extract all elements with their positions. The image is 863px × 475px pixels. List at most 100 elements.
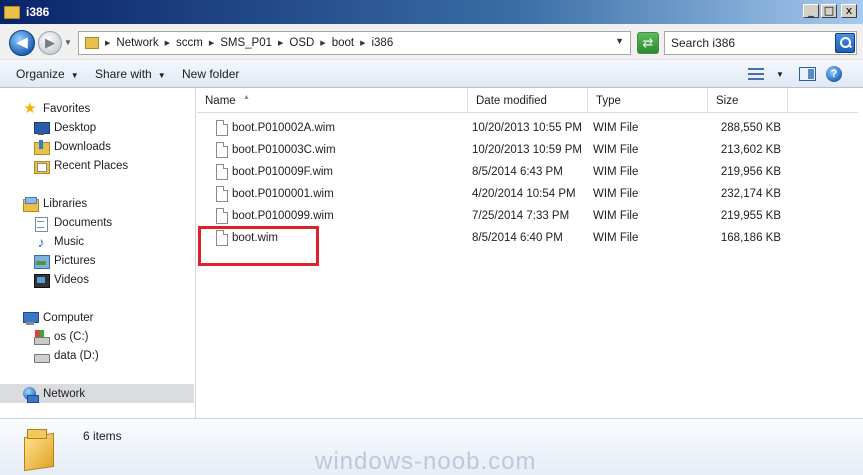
chevron-down-icon: ▼ — [70, 71, 79, 80]
views-icon[interactable] — [748, 68, 764, 80]
item-count: 6 items — [83, 429, 122, 443]
file-size: 213,602 KB — [720, 144, 781, 156]
pictures-icon — [33, 253, 50, 269]
file-date: 10/20/2013 10:55 PM — [472, 122, 582, 134]
chevron-right-icon[interactable]: ▶ — [165, 39, 170, 47]
forward-button[interactable]: ▶ — [38, 31, 62, 55]
nav-drive-c[interactable]: os (C:) — [0, 327, 194, 346]
file-name: boot.P010009F.wim — [232, 166, 334, 178]
nav-label: Desktop — [54, 121, 97, 134]
nav-favorites[interactable]: ★ Favorites — [0, 99, 194, 118]
highlight-annotation-box — [198, 226, 319, 266]
chevron-right-icon[interactable]: ▶ — [278, 39, 283, 47]
column-header-date-modified[interactable]: Date modified — [468, 88, 588, 113]
videos-icon — [33, 272, 50, 288]
table-row[interactable]: boot.P0100001.wim 4/20/2014 10:54 PM WIM… — [197, 184, 863, 206]
breadcrumb-osd[interactable]: OSD — [289, 37, 314, 49]
breadcrumb-network[interactable]: Network — [116, 37, 158, 49]
table-row[interactable]: boot.P0100099.wim 7/25/2014 7:33 PM WIM … — [197, 206, 863, 228]
chevron-right-icon[interactable]: ▶ — [360, 39, 365, 47]
watermark: windows-noob.com — [315, 448, 537, 475]
computer-icon — [22, 310, 39, 326]
nav-label: Documents — [54, 216, 113, 229]
preview-pane-icon[interactable] — [799, 67, 816, 81]
libraries-icon — [22, 196, 39, 212]
nav-network[interactable]: Network — [0, 384, 194, 403]
back-button[interactable]: ◀ — [9, 30, 35, 56]
nav-label: Libraries — [43, 197, 88, 210]
nav-videos[interactable]: Videos — [0, 270, 194, 289]
file-date: 7/25/2014 7:33 PM — [472, 210, 570, 222]
file-icon — [216, 120, 228, 136]
table-row[interactable]: boot.P010002A.wim 10/20/2013 10:55 PM WI… — [197, 118, 863, 140]
file-size: 219,955 KB — [720, 210, 781, 222]
file-size: 168,186 KB — [720, 232, 781, 244]
nav-pictures[interactable]: Pictures — [0, 251, 194, 270]
organize-button[interactable]: Organize ▼ — [16, 67, 79, 81]
title-bar[interactable]: i386 _ □ x — [0, 0, 863, 24]
column-label: Name — [205, 95, 236, 107]
nav-libraries[interactable]: Libraries — [0, 194, 194, 213]
file-type: WIM File — [593, 144, 639, 156]
chevron-down-icon[interactable]: ▼ — [615, 36, 624, 46]
nav-label: Videos — [54, 273, 89, 286]
folder-icon — [22, 425, 54, 469]
file-icon — [216, 186, 228, 202]
close-button[interactable]: x — [841, 4, 857, 18]
breadcrumb-i386[interactable]: i386 — [371, 37, 393, 49]
star-icon: ★ — [23, 99, 37, 117]
chevron-right-icon[interactable]: ▶ — [209, 39, 214, 47]
nav-drive-d[interactable]: data (D:) — [0, 346, 194, 365]
nav-recent-places[interactable]: Recent Places — [0, 156, 194, 175]
hard-drive-icon — [33, 348, 50, 364]
organize-label: Organize — [16, 67, 65, 81]
file-type: WIM File — [593, 188, 639, 200]
help-icon[interactable]: ? — [826, 66, 842, 82]
nav-label: Recent Places — [54, 159, 129, 172]
address-row: ◀ ▶ ▼ ▶ Network ▶ sccm ▶ SMS_P01 ▶ OSD ▶… — [0, 24, 863, 60]
column-header-size[interactable]: Size — [708, 88, 788, 113]
nav-downloads[interactable]: Downloads — [0, 137, 194, 156]
recent-places-icon — [33, 158, 50, 174]
share-with-button[interactable]: Share with ▼ — [95, 67, 166, 81]
nav-desktop[interactable]: Desktop — [0, 118, 194, 137]
new-folder-button[interactable]: New folder — [182, 67, 239, 81]
file-size: 232,174 KB — [720, 188, 781, 200]
recent-pages-dropdown[interactable]: ▼ — [64, 38, 72, 47]
minimize-button[interactable]: _ — [803, 4, 819, 18]
chevron-down-icon[interactable]: ▼ — [776, 70, 784, 79]
breadcrumb-sms-p01[interactable]: SMS_P01 — [220, 37, 272, 49]
table-row[interactable]: boot.P010009F.wim 8/5/2014 6:43 PM WIM F… — [197, 162, 863, 184]
desktop-icon — [33, 120, 50, 136]
documents-icon — [33, 215, 49, 232]
system-drive-icon — [33, 329, 50, 345]
maximize-button[interactable]: □ — [821, 4, 837, 18]
breadcrumb-boot[interactable]: boot — [332, 37, 354, 49]
column-header-type[interactable]: Type — [588, 88, 708, 113]
nav-label: os (C:) — [54, 330, 89, 343]
table-row[interactable]: boot.P010003C.wim 10/20/2013 10:59 PM WI… — [197, 140, 863, 162]
folder-icon — [85, 37, 99, 49]
nav-music[interactable]: ♪ Music — [0, 232, 194, 251]
file-name: boot.P010003C.wim — [232, 144, 336, 156]
nav-label: Downloads — [54, 140, 111, 153]
column-header-name[interactable]: Name ▲ — [197, 88, 468, 113]
chevron-right-icon[interactable]: ▶ — [320, 39, 325, 47]
file-name: boot.P010002A.wim — [232, 122, 335, 134]
chevron-right-icon[interactable]: ▶ — [105, 39, 110, 47]
file-type: WIM File — [593, 232, 639, 244]
search-box[interactable] — [664, 31, 857, 55]
breadcrumb-sccm[interactable]: sccm — [176, 37, 203, 49]
nav-documents[interactable]: Documents — [0, 213, 194, 232]
search-icon[interactable] — [835, 33, 855, 53]
sort-ascending-icon: ▲ — [243, 94, 250, 101]
nav-computer[interactable]: Computer — [0, 308, 194, 327]
file-type: WIM File — [593, 210, 639, 222]
search-input[interactable] — [671, 36, 831, 50]
refresh-button[interactable]: ⇄ — [637, 32, 659, 54]
navigation-pane: ★ Favorites Desktop Downloads Recent Pla… — [0, 88, 196, 418]
nav-label: Computer — [43, 311, 94, 324]
nav-label: Music — [54, 235, 85, 248]
nav-label: Pictures — [54, 254, 96, 267]
address-bar[interactable]: ▶ Network ▶ sccm ▶ SMS_P01 ▶ OSD ▶ boot … — [78, 31, 631, 55]
